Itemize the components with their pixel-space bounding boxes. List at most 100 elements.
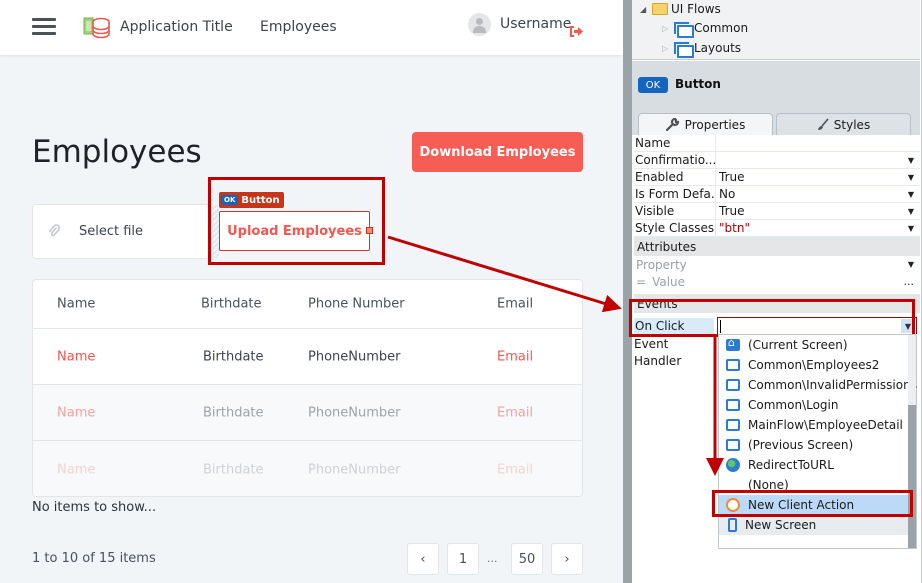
property-row-enabled[interactable]: Enabled True ▼ <box>634 169 920 186</box>
property-row-name[interactable]: Name <box>634 135 920 152</box>
tab-label: Properties <box>684 117 746 132</box>
tree-label: Common <box>694 21 749 35</box>
home-screen-icon <box>726 336 740 351</box>
cell-email-link[interactable]: Email <box>497 405 533 420</box>
dropdown-option[interactable]: (Previous Screen) <box>719 435 909 455</box>
cell-birthdate: Birthdate <box>203 405 264 420</box>
property-value-input[interactable]: No <box>716 186 920 202</box>
column-header-email[interactable]: Email <box>497 297 533 312</box>
mobile-screen-icon <box>728 518 737 532</box>
dropdown-arrow-icon[interactable]: ▼ <box>908 260 914 269</box>
tree-label: Layouts <box>694 41 742 55</box>
property-key: Enabled <box>634 169 716 185</box>
brush-icon <box>817 118 829 130</box>
property-value-input[interactable] <box>716 152 920 168</box>
tab-styles[interactable]: Styles <box>776 113 911 135</box>
property-value-input[interactable]: True <box>716 203 920 219</box>
panel-splitter[interactable] <box>623 0 632 583</box>
pagination-next-button[interactable]: › <box>551 543 583 575</box>
dropdown-option[interactable]: MainFlow\EmployeeDetail <box>719 415 909 435</box>
cell-phone: PhoneNumber <box>308 405 401 420</box>
table-header-row: Name Birthdate Phone Number Email <box>33 280 582 329</box>
screen-icon <box>726 359 740 371</box>
dropdown-option[interactable]: New Screen <box>719 515 909 535</box>
dropdown-arrow-icon[interactable]: ▼ <box>908 207 914 216</box>
database-logo-icon <box>83 17 110 39</box>
column-header-birthdate[interactable]: Birthdate <box>201 297 262 312</box>
property-key: Confirmatio... <box>635 152 716 168</box>
dropdown-arrow-icon[interactable]: ▼ <box>908 190 914 199</box>
option-label: Common\Login <box>748 398 839 412</box>
select-file-label[interactable]: Select file <box>79 224 143 239</box>
cell-email-link[interactable]: Email <box>497 349 533 364</box>
attribute-value-placeholder: Value <box>652 274 686 289</box>
dropdown-option[interactable]: RedirectToURL <box>719 455 909 475</box>
tree-item-ui-flows[interactable]: ◢ UI Flows <box>640 2 721 16</box>
nav-link-employees[interactable]: Employees <box>260 19 337 35</box>
dropdown-option[interactable]: Common\InvalidPermissions <box>719 375 917 395</box>
property-row-is-form-default[interactable]: Is Form Defa... No ▼ <box>634 186 920 203</box>
collapse-triangle-icon[interactable]: ◢ <box>640 5 649 14</box>
more-options-button[interactable]: ... <box>904 275 915 288</box>
property-value-input[interactable]: True <box>716 169 920 185</box>
wrench-icon <box>665 118 679 131</box>
annotation-highlight-new-client-action <box>712 490 913 517</box>
dropdown-arrow-icon[interactable]: ▼ <box>908 173 914 182</box>
handler-label: Handler <box>634 354 682 368</box>
tree-item-layouts[interactable]: ▷ Layouts <box>662 41 742 58</box>
download-employees-button[interactable]: Download Employees <box>412 132 583 172</box>
dropdown-scrollbar-thumb[interactable] <box>908 405 916 548</box>
cell-name-link[interactable]: Name <box>57 349 95 364</box>
attributes-section-header: Attributes <box>634 237 920 256</box>
dropdown-arrow-icon[interactable]: ▼ <box>908 156 914 165</box>
empty-list-message: No items to show... <box>32 500 157 515</box>
cell-email-link[interactable]: Email <box>497 462 533 477</box>
user-avatar-icon[interactable] <box>468 13 491 36</box>
username[interactable]: Username <box>500 16 571 32</box>
property-grid: Name Confirmatio... ▼ Enabled True ▼ Is … <box>634 135 920 313</box>
tree-item-common[interactable]: ▷ Common <box>662 21 749 38</box>
property-key: Is Form Defa... <box>635 186 716 202</box>
logout-icon[interactable] <box>569 26 583 37</box>
cell-phone: PhoneNumber <box>308 349 401 364</box>
pagination-page-50[interactable]: 50 <box>511 543 543 575</box>
globe-icon <box>726 458 740 472</box>
tab-properties[interactable]: Properties <box>638 113 773 135</box>
property-row-visible[interactable]: Visible True ▼ <box>634 203 920 220</box>
attribute-value-input[interactable]: = Value ... <box>634 273 920 290</box>
cell-name-link[interactable]: Name <box>57 405 95 420</box>
expand-triangle-icon[interactable]: ▷ <box>662 44 671 53</box>
cell-birthdate: Birthdate <box>203 349 264 364</box>
tab-label: Styles <box>833 117 871 132</box>
screen-icon <box>726 439 740 451</box>
option-label: RedirectToURL <box>748 458 834 472</box>
pagination-page-1[interactable]: 1 <box>447 543 479 575</box>
attribute-property-placeholder: Property <box>636 257 687 272</box>
property-value-input[interactable] <box>716 135 920 151</box>
folder-open-icon <box>652 3 668 15</box>
property-row-style-classes[interactable]: Style Classes "btn" ▼ <box>634 220 920 237</box>
button-widget-icon: OK <box>638 77 668 93</box>
dropdown-option[interactable]: Common\Employees2 <box>719 355 909 375</box>
expand-triangle-icon[interactable]: ▷ <box>662 24 671 33</box>
attribute-property-input[interactable]: Property ▼ <box>634 256 920 273</box>
dropdown-arrow-icon[interactable]: ▼ <box>908 224 914 233</box>
property-row-confirmation[interactable]: Confirmatio... ▼ <box>634 152 920 169</box>
property-key: Style Classes <box>635 220 716 236</box>
dropdown-option[interactable]: (Current Screen) <box>719 335 909 355</box>
screen-icon <box>726 379 740 391</box>
employees-table: Name Birthdate Phone Number Email Name B… <box>32 279 583 497</box>
paperclip-icon <box>49 224 60 237</box>
property-key: Visible <box>634 203 716 219</box>
property-value-input[interactable]: "btn" <box>716 220 920 236</box>
column-header-name[interactable]: Name <box>57 297 95 312</box>
cell-phone: PhoneNumber <box>308 462 401 477</box>
pagination-prev-button[interactable]: ‹ <box>407 543 439 575</box>
annotation-highlight-events <box>629 299 915 337</box>
cell-name-link[interactable]: Name <box>57 462 95 477</box>
dropdown-option[interactable]: Common\Login <box>719 395 909 415</box>
property-key: Name <box>634 135 716 151</box>
hamburger-icon[interactable] <box>32 18 56 36</box>
column-header-phone[interactable]: Phone Number <box>308 297 405 312</box>
option-label: (Current Screen) <box>748 338 848 352</box>
